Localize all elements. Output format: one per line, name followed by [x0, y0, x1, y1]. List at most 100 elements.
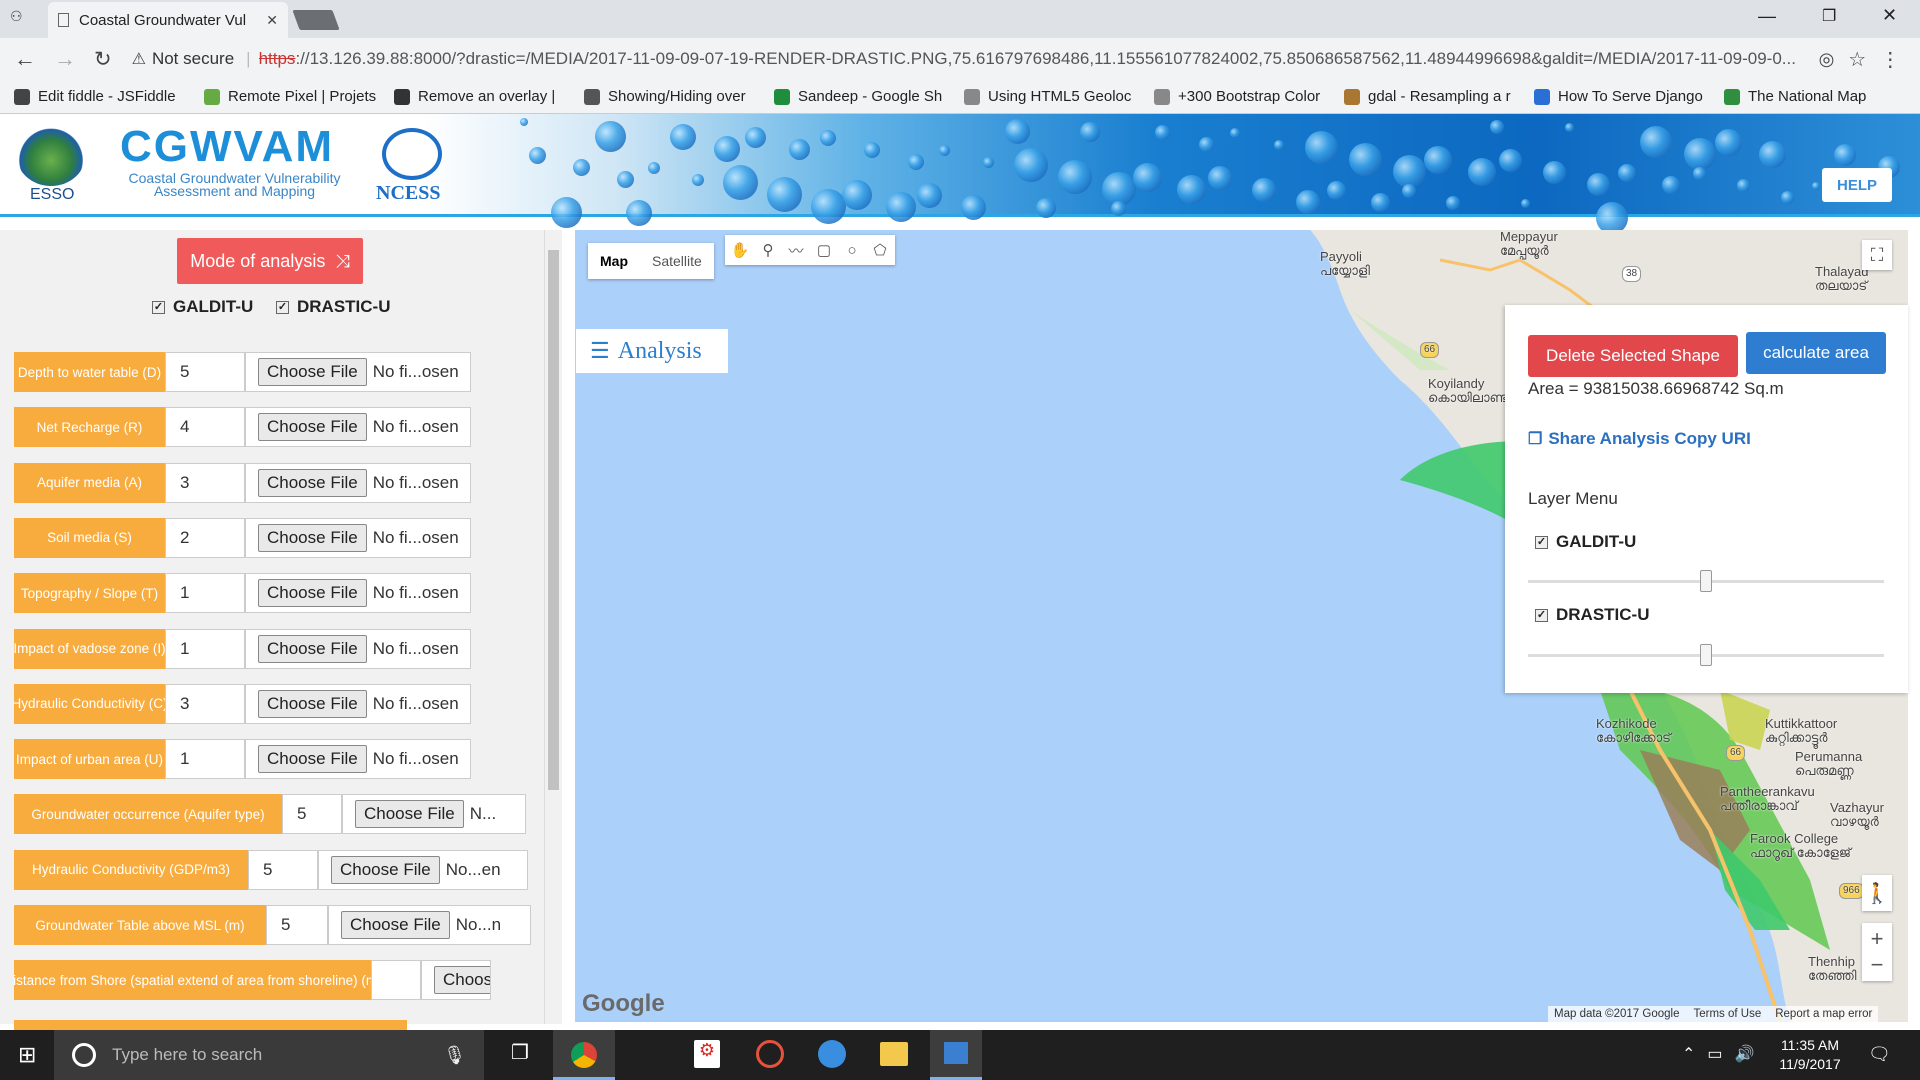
checkbox-icon[interactable]: ✓ — [1535, 535, 1548, 549]
delete-shape-button[interactable]: Delete Selected Shape — [1528, 335, 1738, 377]
calculate-area-button[interactable]: calculate area — [1746, 332, 1886, 374]
browser-tab[interactable]: Coastal Groundwater Vul ✕ — [48, 2, 288, 38]
incognito-icon[interactable]: ⚇ — [10, 8, 23, 25]
clock[interactable]: 11:35 AM 11/9/2017 — [1770, 1036, 1850, 1074]
choose-file-button[interactable]: Choose File — [258, 689, 367, 718]
weight-input[interactable]: 5 — [282, 794, 342, 835]
weight-input[interactable]: 5 — [266, 905, 328, 945]
file-input[interactable]: Choose File N... — [342, 794, 526, 835]
polygon-icon[interactable]: ⬠ — [871, 241, 889, 259]
close-tab-icon[interactable]: ✕ — [266, 12, 278, 29]
url-field[interactable]: https://13.126.39.88:8000/?drastic=/MEDI… — [259, 49, 1809, 69]
minimize-icon[interactable]: — — [1758, 6, 1776, 27]
file-input[interactable]: Choose File No fi...osen — [245, 628, 471, 669]
scrollbar-thumb[interactable] — [548, 250, 559, 790]
bookmark-item[interactable]: Sandeep - Google Sh — [774, 88, 950, 105]
reload-icon[interactable]: ↻ — [94, 47, 112, 72]
menu-icon[interactable]: ⋮ — [1880, 47, 1900, 72]
chevron-up-icon[interactable]: ⌃ — [1682, 1044, 1695, 1064]
checkbox-icon[interactable]: ✓ — [276, 300, 289, 314]
bookmark-item[interactable]: Edit fiddle - JSFiddle — [14, 88, 190, 105]
file-input[interactable]: Choose File No fi...osen — [245, 739, 471, 780]
bookmark-star-icon[interactable]: ☆ — [1848, 47, 1866, 72]
security-label[interactable]: Not secure — [152, 49, 234, 69]
choose-file-button[interactable]: Choose File — [258, 579, 367, 608]
acrobat-icon[interactable]: ⚙ — [694, 1040, 720, 1068]
weight-input[interactable]: 1 — [165, 573, 245, 614]
weight-input[interactable]: 3 — [165, 683, 245, 724]
bookmark-item[interactable]: Remote Pixel | Projets — [204, 88, 380, 105]
drastic-checkbox[interactable]: ✓ DRASTIC-U — [276, 297, 391, 317]
bookmark-item[interactable]: How To Serve Django — [1534, 88, 1710, 105]
mode-of-analysis-button[interactable]: Mode of analysis ⤨ — [177, 238, 363, 284]
bookmark-item[interactable]: Using HTML5 Geoloc — [964, 88, 1140, 105]
bookmark-item[interactable]: +300 Bootstrap Color — [1154, 88, 1330, 105]
new-tab-button[interactable] — [292, 10, 340, 30]
weight-input[interactable]: 5 — [165, 352, 245, 392]
bookmark-item[interactable]: gdal - Resampling a r — [1344, 88, 1520, 105]
weight-input[interactable]: 1 — [165, 628, 245, 669]
battery-icon[interactable]: ▭ — [1707, 1044, 1722, 1064]
file-input[interactable]: Choose File No fi...osen — [245, 517, 471, 558]
report-error-link[interactable]: Report a map error — [1775, 1008, 1872, 1020]
search-placeholder[interactable]: Type here to search — [112, 1045, 262, 1065]
file-explorer-icon[interactable] — [880, 1042, 908, 1066]
choose-file-button[interactable]: Choose File — [258, 413, 367, 442]
file-input[interactable]: Choos — [421, 960, 491, 1001]
notification-icon[interactable]: 🗨 — [1868, 1044, 1891, 1065]
forward-icon[interactable]: → — [54, 46, 76, 72]
street-view-icon[interactable]: 🚶 — [1862, 875, 1892, 911]
zoom-out-icon[interactable]: − — [1871, 952, 1884, 978]
choose-file-button[interactable]: Choose File — [341, 911, 450, 939]
marker-icon[interactable]: ⚲ — [759, 241, 777, 259]
file-input[interactable]: Choose File No fi...osen — [245, 573, 471, 614]
file-input[interactable]: Choose File No fi...osen — [245, 683, 471, 724]
network-app-icon[interactable] — [930, 1030, 982, 1080]
file-input[interactable]: Choose File No...en — [318, 849, 528, 890]
choose-file-button[interactable]: Choose File — [258, 523, 367, 552]
weight-input[interactable]: 5 — [248, 849, 318, 890]
hand-icon[interactable]: ✋ — [731, 241, 750, 259]
drastic-slider-handle[interactable] — [1700, 644, 1712, 666]
target-app-icon[interactable] — [756, 1040, 784, 1068]
galdit-slider-handle[interactable] — [1700, 570, 1712, 592]
file-input[interactable]: Choose File No...n — [328, 905, 531, 945]
terms-link[interactable]: Terms of Use — [1693, 1008, 1761, 1020]
taskbar-search[interactable]: Type here to search 🎙 — [54, 1030, 484, 1080]
bookmark-item[interactable]: The National Map — [1724, 88, 1900, 105]
choose-file-button[interactable]: Choose File — [355, 800, 464, 829]
microphone-icon[interactable]: 🎙 — [443, 1045, 466, 1066]
weight-input[interactable]: 1 — [165, 739, 245, 780]
map-type-satellite[interactable]: Satellite — [640, 243, 714, 279]
choose-file-button[interactable]: Choose File — [331, 855, 440, 884]
choose-file-button[interactable]: Choose File — [258, 468, 367, 497]
layer-drastic-checkbox[interactable]: ✓ DRASTIC-U — [1535, 605, 1650, 625]
weight-input[interactable]: 4 — [165, 407, 245, 448]
restore-icon[interactable]: ❐ — [1822, 6, 1836, 26]
file-input[interactable]: Choose File No fi...osen — [245, 407, 471, 448]
weight-input[interactable]: 2 — [165, 517, 245, 558]
choose-file-button[interactable]: Choos — [434, 966, 490, 995]
analysis-toggle-button[interactable]: ☰ Analysis — [576, 329, 728, 373]
share-analysis-link[interactable]: ❐ Share Analysis Copy URI — [1528, 429, 1751, 449]
galdit-checkbox[interactable]: ✓ GALDIT-U — [152, 297, 253, 317]
layer-galdit-checkbox[interactable]: ✓ GALDIT-U — [1535, 532, 1636, 552]
task-view-icon[interactable]: ❐ — [500, 1040, 540, 1070]
circle-icon[interactable]: ○ — [843, 241, 861, 259]
location-icon[interactable]: ◎ — [1819, 49, 1835, 70]
bookmark-item[interactable]: Showing/Hiding over — [584, 88, 760, 105]
choose-file-button[interactable]: Choose File — [258, 634, 367, 663]
checkbox-icon[interactable]: ✓ — [1535, 608, 1548, 622]
weight-input[interactable] — [371, 960, 421, 1001]
choose-file-button[interactable]: Choose File — [258, 745, 367, 774]
polyline-icon[interactable]: 〰 — [787, 241, 805, 260]
map-type-map[interactable]: Map — [588, 243, 640, 279]
bookmark-item[interactable]: Remove an overlay | — [394, 88, 570, 105]
volume-icon[interactable]: 🔊 — [1735, 1044, 1755, 1064]
choose-file-button[interactable]: Choose File — [258, 358, 367, 386]
file-input[interactable]: Choose File No fi...osen — [245, 462, 471, 503]
weight-input[interactable]: 3 — [165, 462, 245, 503]
close-window-icon[interactable]: ✕ — [1882, 5, 1897, 26]
back-icon[interactable]: ← — [14, 46, 36, 72]
windows-start-icon[interactable]: ⊞ — [18, 1042, 36, 1068]
